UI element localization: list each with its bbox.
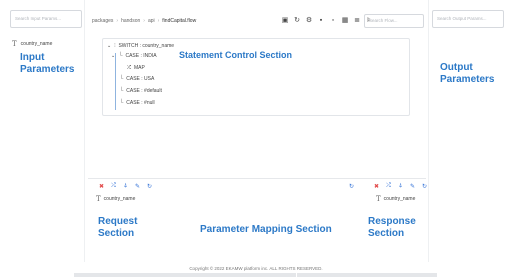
- input-label-line2: Parameters: [20, 64, 75, 75]
- case-node-default[interactable]: └ CASE : #default: [119, 88, 162, 94]
- statement-control-label: Statement Control Section: [179, 50, 293, 60]
- case-label: CASE : #default: [126, 88, 162, 94]
- edit-icon[interactable]: ✎: [134, 183, 141, 190]
- map-node[interactable]: ⤮ MAP: [127, 65, 145, 71]
- refresh-icon[interactable]: ↻: [348, 183, 355, 190]
- refresh-icon[interactable]: ↻: [146, 183, 153, 190]
- request-param-name: country_name: [103, 196, 136, 202]
- shuffle-icon[interactable]: ⤮: [385, 183, 392, 190]
- breadcrumb: packages › handson › api › findCapital.f…: [92, 18, 196, 24]
- crumb-api[interactable]: api: [148, 18, 155, 24]
- map-icon: ⤮: [127, 65, 132, 71]
- request-param-item[interactable]: T country_name: [96, 195, 135, 203]
- case-label: CASE : INDIA: [125, 53, 157, 59]
- request-section-label: Request Section: [98, 216, 137, 240]
- editor-toolbar: ▣ ↻ ⚙ ▪ ▫ ▦ ≣ ⊧: [281, 16, 373, 25]
- crumb-file[interactable]: findCapital.flow: [162, 18, 196, 24]
- text-type-icon: T: [12, 40, 17, 48]
- output-label-line1: Output: [440, 62, 473, 73]
- output-params-search[interactable]: Search Output Params...: [432, 10, 504, 28]
- case-label: CASE : #null: [126, 100, 155, 106]
- copyright-footer: Copyright © 2022 EKAMW platform inc. ALL…: [189, 266, 323, 271]
- lock-icon[interactable]: ▪: [317, 16, 325, 24]
- text-type-icon: T: [96, 195, 101, 203]
- refresh-icon[interactable]: ↻: [421, 183, 428, 190]
- response-param-item[interactable]: T country_name: [376, 195, 415, 203]
- response-toolbar: ✖ ⤮ ⍋ ✎ ↻: [373, 183, 428, 190]
- case-icon: └: [119, 76, 124, 82]
- text-type-icon: T: [376, 195, 381, 203]
- switch-node[interactable]: ⌄ ⫶ SWITCH : country_name: [107, 43, 174, 49]
- output-parameters-label: Output Parameters: [440, 62, 494, 86]
- right-separator: [428, 0, 429, 262]
- scrollbar-divider: [296, 273, 297, 277]
- map-label: MAP: [134, 65, 145, 71]
- statement-tree: ⌄ ⫶ SWITCH : country_name ⌄ └ CASE : IND…: [102, 38, 410, 116]
- chevron-down-icon[interactable]: ⌄: [107, 43, 111, 49]
- request-toolbar: ✖ ⤮ ⍋ ✎ ↻: [98, 183, 153, 190]
- input-params-search[interactable]: Search Input Params...: [10, 10, 82, 28]
- filter-icon[interactable]: ⍋: [122, 183, 129, 190]
- input-parameters-panel: Search Input Params... T country_name In…: [10, 10, 82, 260]
- flow-editor: packages › handson › api › findCapital.f…: [88, 10, 428, 260]
- horizontal-scrollbar[interactable]: [74, 273, 437, 277]
- tree-rail: [115, 53, 116, 110]
- unlock-icon[interactable]: ▫: [329, 16, 337, 24]
- case-node-india[interactable]: ⌄ └ CASE : INDIA: [111, 53, 157, 59]
- case-icon: └: [119, 88, 124, 94]
- input-parameters-label: Input Parameters: [20, 52, 74, 76]
- chevron-down-icon[interactable]: ⌄: [111, 53, 115, 59]
- input-label-line1: Input: [20, 52, 45, 63]
- crumb-separator: ›: [157, 18, 160, 24]
- response-label-line2: Section: [368, 228, 405, 239]
- input-param-item[interactable]: T country_name: [12, 40, 80, 48]
- response-section-label: Response Section: [368, 216, 416, 240]
- case-label: CASE : USA: [126, 76, 155, 82]
- delete-icon[interactable]: ✖: [373, 183, 380, 190]
- case-node-usa[interactable]: └ CASE : USA: [119, 76, 154, 82]
- section-divider: [88, 178, 426, 179]
- shuffle-icon[interactable]: ⤮: [110, 183, 117, 190]
- mapping-toolbar: ↻: [348, 183, 355, 190]
- response-param-name: country_name: [383, 196, 416, 202]
- request-label-line1: Request: [98, 216, 138, 227]
- list-icon[interactable]: ≣: [353, 16, 361, 24]
- settings-icon[interactable]: ⚙: [305, 16, 313, 24]
- flow-search-input[interactable]: Search Flow...: [364, 14, 424, 28]
- request-label-line2: Section: [98, 228, 135, 239]
- crumb-packages[interactable]: packages: [92, 18, 113, 24]
- refresh-icon[interactable]: ↻: [293, 16, 301, 24]
- crumb-handson[interactable]: handson: [121, 18, 140, 24]
- crumb-separator: ›: [143, 18, 145, 24]
- crumb-separator: ›: [116, 18, 119, 24]
- switch-label: SWITCH : country_name: [118, 43, 175, 49]
- switch-icon: ⫶: [114, 43, 116, 49]
- save-icon[interactable]: ▣: [281, 16, 289, 24]
- edit-icon[interactable]: ✎: [409, 183, 416, 190]
- case-icon: └: [119, 100, 124, 106]
- parameter-mapping-label: Parameter Mapping Section: [200, 224, 332, 235]
- input-param-name: country_name: [20, 41, 53, 47]
- grid-icon[interactable]: ▦: [341, 16, 349, 24]
- output-label-line2: Parameters: [440, 74, 495, 85]
- left-separator: [84, 0, 85, 262]
- case-icon: └: [118, 53, 123, 59]
- output-parameters-panel: Search Output Params... Output Parameter…: [432, 10, 507, 260]
- delete-icon[interactable]: ✖: [98, 183, 105, 190]
- case-node-null[interactable]: └ CASE : #null: [119, 100, 155, 106]
- filter-icon[interactable]: ⍋: [397, 183, 404, 190]
- response-label-line1: Response: [368, 216, 416, 227]
